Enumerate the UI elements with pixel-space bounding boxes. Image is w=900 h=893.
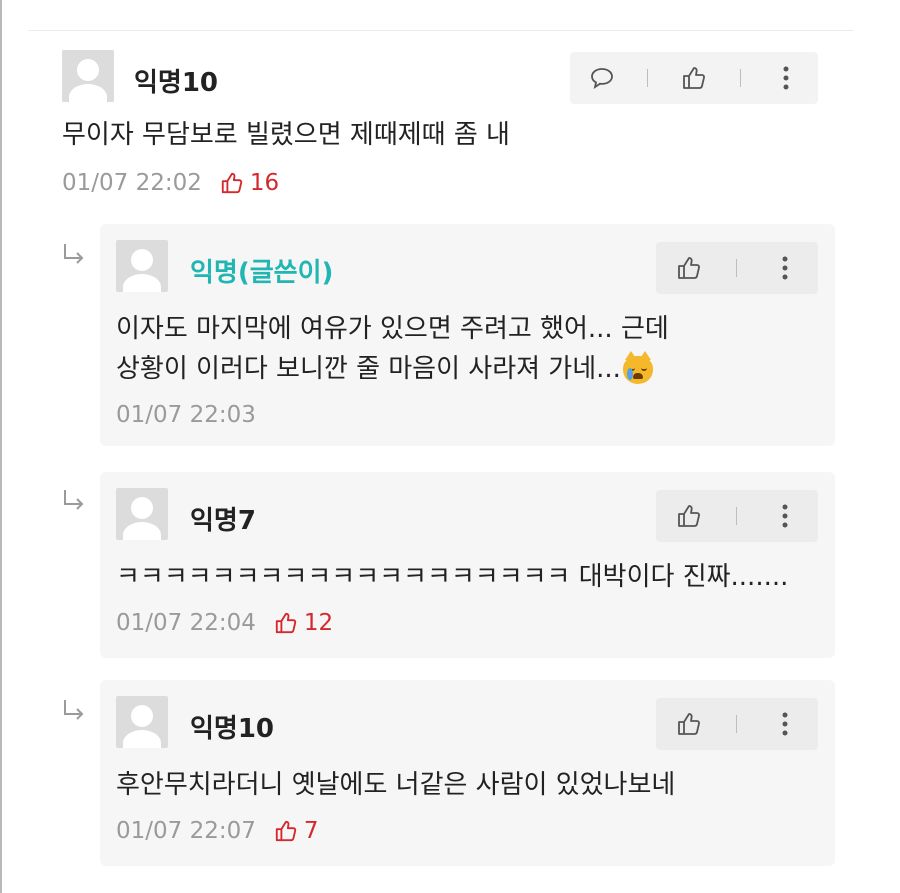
thumbs-up-icon	[221, 172, 243, 194]
more-vertical-icon[interactable]	[767, 498, 803, 534]
comment-author-writer: 익명(글쓴이)	[190, 258, 334, 288]
comment-meta: 01/07 22:04 12	[116, 610, 333, 636]
crying-cat-emoji	[622, 350, 653, 384]
avatar	[116, 240, 168, 292]
comment-author: 익명10	[190, 714, 275, 744]
top-divider	[28, 30, 853, 31]
like-count-value: 16	[249, 170, 280, 196]
reply-comment: 익명7 ㅋㅋㅋㅋㅋㅋㅋㅋㅋㅋㅋㅋㅋㅋㅋㅋㅋㅋㅋ 대박이다 진짜....... 0…	[100, 472, 835, 658]
comment-time: 01/07 22:07	[116, 818, 256, 844]
action-separator	[736, 715, 738, 733]
comment-author: 익명10	[134, 68, 219, 98]
action-separator	[739, 69, 741, 87]
avatar	[116, 488, 168, 540]
more-vertical-icon[interactable]	[767, 706, 803, 742]
like-count[interactable]: 16	[220, 170, 279, 196]
speech-bubble-icon[interactable]	[584, 60, 620, 96]
comment-author: 익명7	[190, 506, 256, 536]
comment-text: 이자도 마지막에 여유가 있으면 주려고 했어... 근데	[116, 314, 669, 344]
thumbs-up-icon	[275, 612, 297, 634]
action-separator	[736, 507, 738, 525]
comment-meta: 01/07 22:07 7	[116, 818, 319, 844]
more-vertical-icon[interactable]	[768, 60, 804, 96]
comment-time: 01/07 22:02	[62, 170, 202, 196]
action-separator	[647, 69, 649, 87]
comment-actions	[656, 490, 818, 542]
like-count[interactable]: 12	[274, 610, 333, 636]
like-count[interactable]: 7	[274, 818, 319, 844]
like-count-value: 7	[303, 818, 319, 844]
comment-text: 무이자 무담보로 빌렸으면 제때제때 좀 내	[62, 120, 510, 150]
comment-text: ㅋㅋㅋㅋㅋㅋㅋㅋㅋㅋㅋㅋㅋㅋㅋㅋㅋㅋㅋ 대박이다 진짜.......	[116, 562, 789, 592]
comment-actions	[570, 52, 818, 104]
comment-actions	[656, 242, 818, 294]
comment-meta: 01/07 22:03	[116, 402, 256, 428]
like-count-value: 12	[303, 610, 334, 636]
more-vertical-icon[interactable]	[767, 250, 803, 286]
comment-text-line2-value: 상황이 이러다 보니깐 줄 마음이 사라져 가네...	[116, 354, 621, 384]
avatar	[116, 696, 168, 748]
thumbs-up-icon[interactable]	[671, 250, 707, 286]
comment: 익명10 무이자 무담보로 빌렸으면 제때제때 좀 내 01/07 22:02 …	[62, 50, 822, 210]
thumbs-up-icon[interactable]	[676, 60, 712, 96]
reply-arrow-icon	[62, 698, 88, 728]
comment-text: 후안무치라더니 옛날에도 너같은 사람이 있었나보네	[116, 770, 676, 800]
thumbs-up-icon	[275, 820, 297, 842]
comment-time: 01/07 22:03	[116, 402, 256, 428]
reply-comment: 익명10 후안무치라더니 옛날에도 너같은 사람이 있었나보네 01/07 22…	[100, 680, 835, 866]
action-separator	[736, 259, 738, 277]
comment-text-line2: 상황이 이러다 보니깐 줄 마음이 사라져 가네...	[116, 348, 653, 390]
comment-meta: 01/07 22:02 16	[62, 170, 279, 196]
reply-arrow-icon	[62, 242, 88, 272]
thumbs-up-icon[interactable]	[671, 706, 707, 742]
left-edge-line	[0, 0, 2, 893]
comment-actions	[656, 698, 818, 750]
avatar	[62, 50, 114, 102]
reply-arrow-icon	[62, 488, 88, 518]
thumbs-up-icon[interactable]	[671, 498, 707, 534]
comment-time: 01/07 22:04	[116, 610, 256, 636]
reply-comment: 익명(글쓴이) 이자도 마지막에 여유가 있으면 주려고 했어... 근데 상황…	[100, 224, 835, 446]
